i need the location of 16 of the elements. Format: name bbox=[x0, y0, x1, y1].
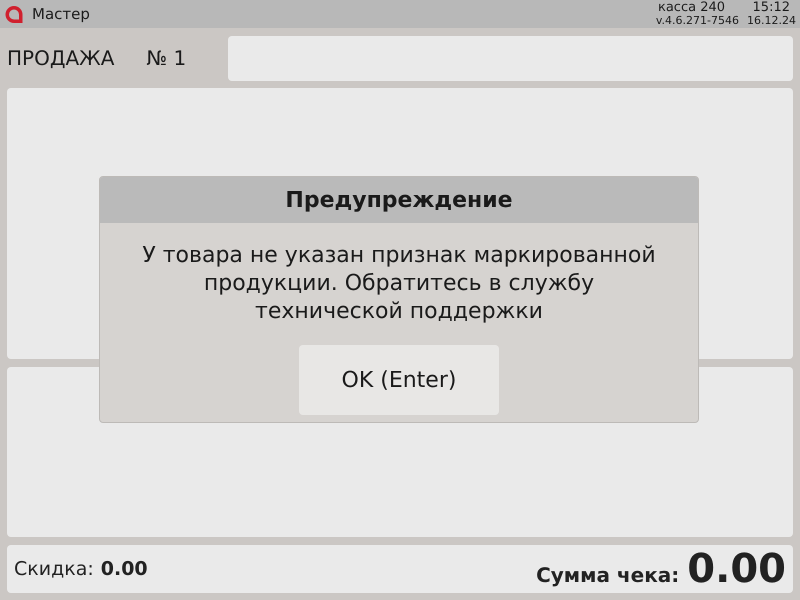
logo-icon bbox=[4, 4, 24, 24]
sale-number: № 1 bbox=[146, 45, 188, 72]
dialog-message: У товара не указан признак маркированной продукции. Обратитесь в службу технической поддержки bbox=[141, 242, 657, 326]
total-value: 0.00 bbox=[687, 547, 786, 591]
ok-button[interactable]: OK (Enter) bbox=[299, 345, 499, 415]
discount-label: Скидка: bbox=[14, 556, 94, 582]
total-label: Сумма чека: bbox=[536, 562, 680, 589]
time-label: 15:12 bbox=[752, 1, 791, 14]
version-label: v.4.6.271-7546 bbox=[656, 14, 740, 27]
app-title: Мастер bbox=[32, 4, 90, 25]
register-label: касса 240 bbox=[656, 1, 726, 14]
date-label: 16.12.24 bbox=[747, 14, 796, 27]
dialog-title: Предупреждение bbox=[100, 177, 698, 223]
discount-value: 0.00 bbox=[100, 556, 148, 582]
input-field[interactable] bbox=[228, 36, 793, 80]
sale-title: ПРОДАЖА bbox=[7, 45, 114, 72]
